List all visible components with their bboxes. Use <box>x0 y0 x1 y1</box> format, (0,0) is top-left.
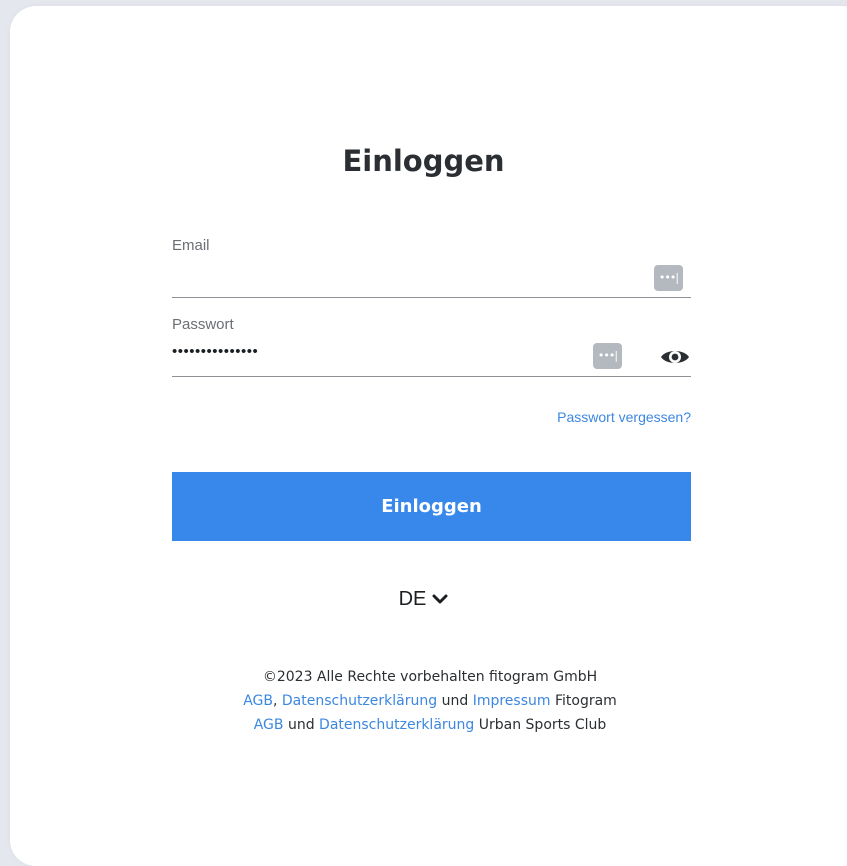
password-underline <box>172 376 691 377</box>
footer-line-fitogram: AGB, Datenschutzerklärung und Impressum … <box>0 689 847 713</box>
footer-line-usc: AGB und Datenschutzerklärung Urban Sport… <box>0 713 847 737</box>
privacy-link-usc[interactable]: Datenschutzerklärung <box>319 717 474 733</box>
copyright-text: ©2023 Alle Rechte vorbehalten fitogram G… <box>262 669 598 685</box>
email-underline <box>172 297 691 298</box>
privacy-link-fitogram[interactable]: Datenschutzerklärung <box>282 693 437 709</box>
email-field[interactable] <box>172 258 691 298</box>
agb-link-fitogram[interactable]: AGB <box>243 693 273 709</box>
show-password-eye-icon[interactable] <box>659 346 691 368</box>
login-button[interactable]: Einloggen <box>172 472 691 541</box>
email-label: Email <box>172 237 210 254</box>
separator-comma: , <box>272 693 278 709</box>
and-text: und <box>441 693 469 709</box>
password-manager-icon[interactable]: •••| <box>593 343 622 369</box>
and-text: und <box>287 717 315 733</box>
imprint-link-fitogram[interactable]: Impressum <box>473 693 551 709</box>
login-card <box>10 6 847 866</box>
password-value: ••••••••••••••• <box>172 343 259 360</box>
chevron-down-icon <box>432 594 448 604</box>
agb-link-usc[interactable]: AGB <box>254 717 284 733</box>
forgot-password-link[interactable]: Passwort vergessen? <box>472 409 691 425</box>
usc-text: Urban Sports Club <box>478 717 607 733</box>
password-manager-icon[interactable]: •••| <box>654 265 683 291</box>
language-value: DE <box>398 588 427 610</box>
footer: ©2023 Alle Rechte vorbehalten fitogram G… <box>0 665 847 737</box>
fitogram-text: Fitogram <box>554 693 617 709</box>
password-label: Passwort <box>172 316 234 333</box>
language-selector[interactable]: DE <box>0 588 847 611</box>
page-title: Einloggen <box>342 144 505 178</box>
